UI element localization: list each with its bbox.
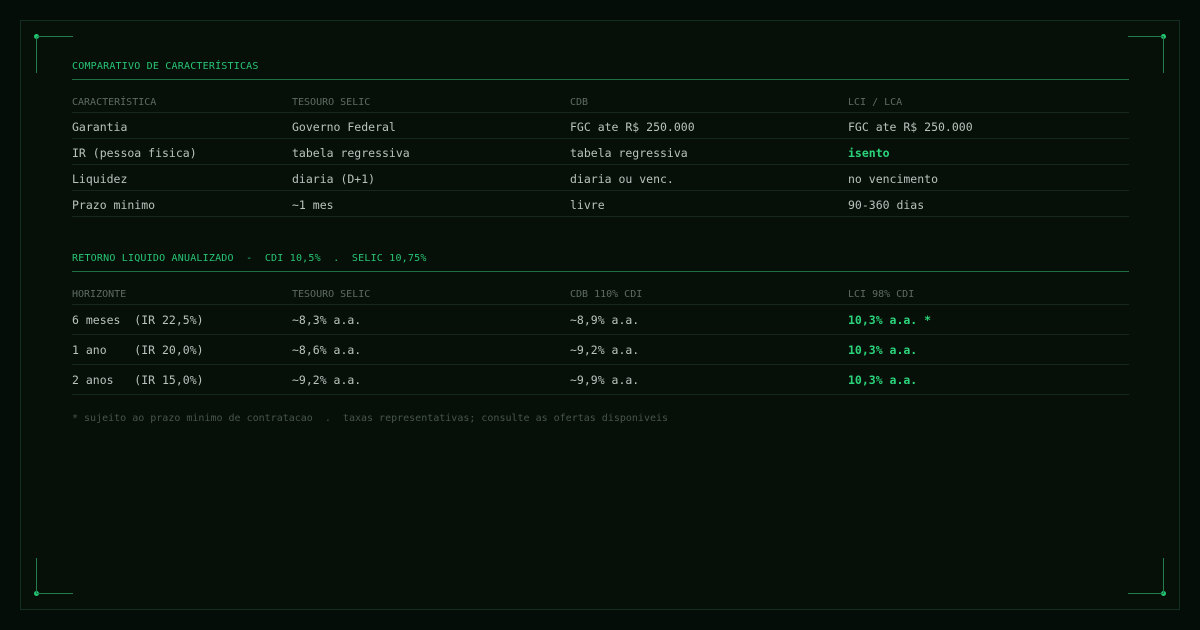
table-cell: tabela regressiva bbox=[570, 146, 688, 160]
table-cell: tabela regressiva bbox=[292, 146, 410, 160]
table-cell: Governo Federal bbox=[292, 120, 396, 134]
highlighted-cell: 10,3% a.a. * bbox=[848, 313, 932, 327]
returns-title: RETORNO LIQUIDO ANUALIZADO - CDI 10,5% .… bbox=[72, 253, 1129, 272]
table-cell: diaria (D+1) bbox=[292, 172, 376, 186]
column-header: TESOURO SELIC bbox=[292, 97, 371, 108]
corner-bracket-bottom-right bbox=[1128, 550, 1166, 596]
column-header: LCI 98% CDI bbox=[848, 289, 915, 300]
row-label: IR (pessoa fisica) bbox=[72, 146, 197, 160]
table-header-row: HORIZONTE TESOURO SELIC CDB 110% CDI LCI… bbox=[72, 287, 1129, 305]
row-label: 1 ano (IR 20,0%) bbox=[72, 343, 204, 357]
table-cell: FGC ate R$ 250.000 bbox=[570, 120, 695, 134]
column-header: LCI / LCA bbox=[848, 97, 903, 108]
table-cell: ~8,9% a.a. bbox=[570, 313, 640, 327]
highlighted-cell: 10,3% a.a. bbox=[848, 373, 918, 387]
comparison-title: COMPARATIVO DE CARACTERÍSTICAS bbox=[72, 61, 1129, 80]
corner-bracket-top-right bbox=[1128, 34, 1166, 80]
table-cell: FGC ate R$ 250.000 bbox=[848, 120, 973, 134]
returns-table: HORIZONTE TESOURO SELIC CDB 110% CDI LCI… bbox=[72, 287, 1129, 395]
corner-bracket-top-left bbox=[34, 34, 73, 80]
row-label: Garantia bbox=[72, 120, 128, 134]
table-row: 2 anos (IR 15,0%) ~9,2% a.a. ~9,9% a.a. … bbox=[72, 365, 1129, 395]
table-cell: ~1 mes bbox=[292, 198, 334, 212]
table-cell: ~9,9% a.a. bbox=[570, 373, 640, 387]
highlighted-cell: 10,3% a.a. bbox=[848, 343, 918, 357]
table-cell: livre bbox=[570, 198, 605, 212]
table-row: 1 ano (IR 20,0%) ~8,6% a.a. ~9,2% a.a. 1… bbox=[72, 335, 1129, 365]
table-cell: 90-360 dias bbox=[848, 198, 925, 212]
comparison-table: CARACTERÍSTICA TESOURO SELIC CDB LCI / L… bbox=[72, 95, 1129, 217]
table-header-row: CARACTERÍSTICA TESOURO SELIC CDB LCI / L… bbox=[72, 95, 1129, 113]
table-row: Liquidez diaria (D+1) diaria ou venc. no… bbox=[72, 165, 1129, 191]
table-cell: ~9,2% a.a. bbox=[570, 343, 640, 357]
column-header: HORIZONTE bbox=[72, 289, 127, 300]
row-label: Prazo minimo bbox=[72, 198, 156, 212]
column-header: CDB 110% CDI bbox=[570, 289, 643, 300]
table-cell: diaria ou venc. bbox=[570, 172, 674, 186]
table-cell: ~8,6% a.a. bbox=[292, 343, 362, 357]
table-cell: ~8,3% a.a. bbox=[292, 313, 362, 327]
row-label: 6 meses (IR 22,5%) bbox=[72, 313, 204, 327]
row-label: 2 anos (IR 15,0%) bbox=[72, 373, 204, 387]
highlighted-cell: isento bbox=[848, 146, 890, 160]
table-row: 6 meses (IR 22,5%) ~8,3% a.a. ~8,9% a.a.… bbox=[72, 305, 1129, 335]
row-label: Liquidez bbox=[72, 172, 128, 186]
table-row: Prazo minimo ~1 mes livre 90-360 dias bbox=[72, 191, 1129, 217]
table-cell: ~9,2% a.a. bbox=[292, 373, 362, 387]
column-header: CARACTERÍSTICA bbox=[72, 97, 157, 108]
column-header: TESOURO SELIC bbox=[292, 289, 371, 300]
corner-bracket-bottom-left bbox=[34, 550, 73, 596]
column-header: CDB bbox=[570, 97, 589, 108]
table-row: IR (pessoa fisica) tabela regressiva tab… bbox=[72, 139, 1129, 165]
table-row: Garantia Governo Federal FGC ate R$ 250.… bbox=[72, 113, 1129, 139]
table-cell: no vencimento bbox=[848, 172, 939, 186]
footnote: * sujeito ao prazo minimo de contratacao… bbox=[72, 413, 669, 424]
